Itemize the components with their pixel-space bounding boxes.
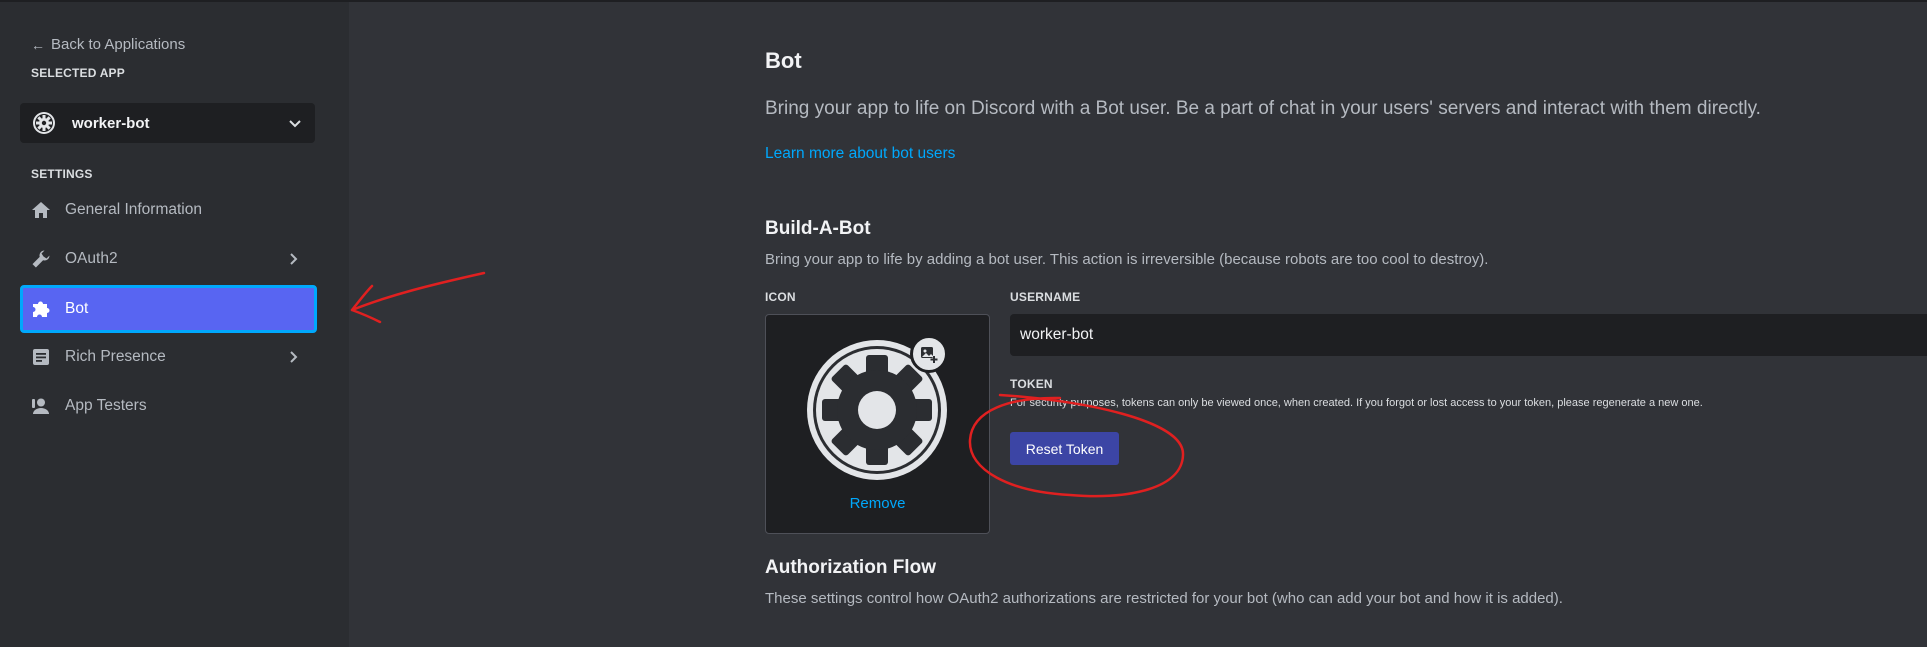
puzzle-icon [30,298,52,320]
back-to-applications-link[interactable]: ← Back to Applications [31,36,185,53]
wrench-icon [30,248,52,270]
reset-token-button[interactable]: Reset Token [1010,432,1119,465]
arrow-left-icon: ← [31,36,45,53]
page-lead: Bring your app to life on Discord with a… [765,98,1761,119]
token-note: For security purposes, tokens can only b… [1010,397,1703,409]
build-a-bot-title: Build-A-Bot [765,218,871,239]
chevron-right-icon [290,253,298,265]
document-icon [30,346,52,368]
sidebar-item-label: Rich Presence [65,348,166,365]
app-gear-icon [33,112,55,134]
sidebar-item-rich-presence[interactable]: Rich Presence [20,336,317,378]
home-icon [30,199,52,221]
sidebar-item-label: General Information [65,201,202,218]
token-label: TOKEN [1010,377,1053,391]
sidebar-item-app-testers[interactable]: App Testers [20,385,317,427]
selected-app-name: worker-bot [72,114,150,132]
sidebar-item-general-information[interactable]: General Information [20,189,317,231]
user-icon [30,395,52,417]
selected-app-heading: SELECTED APP [31,66,125,80]
sidebar-item-label: Bot [65,300,89,317]
sidebar-item-label: App Testers [65,397,147,414]
username-label: USERNAME [1010,290,1081,304]
chevron-right-icon [290,351,298,363]
remove-icon-link[interactable]: Remove [766,495,989,512]
back-link-label: Back to Applications [51,36,186,53]
main-content: Bot Bring your app to life on Discord wi… [349,2,1927,647]
username-input[interactable] [1010,314,1927,356]
sidebar-item-oauth2[interactable]: OAuth2 [20,238,317,280]
page: ← Back to Applications SELECTED APP work… [0,0,1927,647]
authorization-flow-title: Authorization Flow [765,557,936,578]
upload-image-icon[interactable] [910,335,948,373]
sidebar-item-bot[interactable]: Bot [20,285,317,333]
chevron-down-icon [289,120,301,128]
bot-icon-upload[interactable]: Remove [765,314,990,534]
authorization-flow-description: These settings control how OAuth2 author… [765,590,1563,607]
app-selector[interactable]: worker-bot [20,103,315,143]
sidebar: ← Back to Applications SELECTED APP work… [0,2,349,647]
learn-more-link[interactable]: Learn more about bot users [765,145,955,163]
build-a-bot-description: Bring your app to life by adding a bot u… [765,251,1489,268]
icon-label: ICON [765,290,796,304]
sidebar-item-label: OAuth2 [65,250,118,267]
page-title: Bot [765,48,802,73]
settings-heading: SETTINGS [31,167,93,181]
